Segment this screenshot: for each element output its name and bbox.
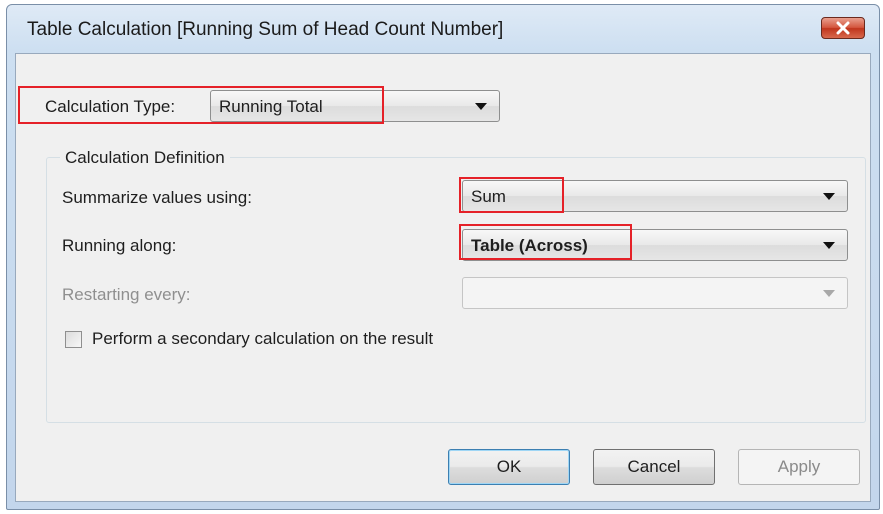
running-along-label: Running along: bbox=[62, 236, 177, 255]
chevron-down-icon bbox=[823, 193, 835, 200]
restarting-every-select[interactable] bbox=[462, 277, 848, 309]
chevron-down-icon bbox=[823, 242, 835, 249]
close-button[interactable] bbox=[821, 17, 865, 39]
calculation-type-label: Calculation Type: bbox=[45, 97, 176, 116]
table-calculation-dialog: Table Calculation [Running Sum of Head C… bbox=[6, 4, 880, 510]
cancel-button[interactable]: Cancel bbox=[593, 449, 715, 485]
calculation-type-select[interactable]: Running Total bbox=[210, 90, 500, 122]
close-icon bbox=[836, 21, 850, 35]
secondary-calculation-label[interactable]: Perform a secondary calculation on the r… bbox=[92, 329, 433, 349]
secondary-calculation-checkbox[interactable] bbox=[65, 331, 82, 348]
chevron-down-icon bbox=[475, 103, 487, 110]
apply-button[interactable]: Apply bbox=[738, 449, 860, 485]
summarize-value: Sum bbox=[471, 187, 506, 206]
restarting-every-label: Restarting every: bbox=[62, 285, 191, 304]
calculation-type-value: Running Total bbox=[219, 97, 323, 116]
chevron-down-icon bbox=[823, 290, 835, 297]
calculation-definition-label: Calculation Definition bbox=[60, 148, 230, 168]
dialog-body: Calculation Type: Running Total Calculat… bbox=[15, 53, 871, 502]
summarize-label: Summarize values using: bbox=[62, 188, 252, 207]
dialog-title: Table Calculation [Running Sum of Head C… bbox=[27, 19, 504, 40]
summarize-select[interactable]: Sum bbox=[462, 180, 848, 212]
running-along-select[interactable]: Table (Across) bbox=[462, 229, 848, 261]
title-bar[interactable]: Table Calculation [Running Sum of Head C… bbox=[7, 5, 879, 53]
ok-button[interactable]: OK bbox=[448, 449, 570, 485]
running-along-value: Table (Across) bbox=[471, 236, 588, 255]
